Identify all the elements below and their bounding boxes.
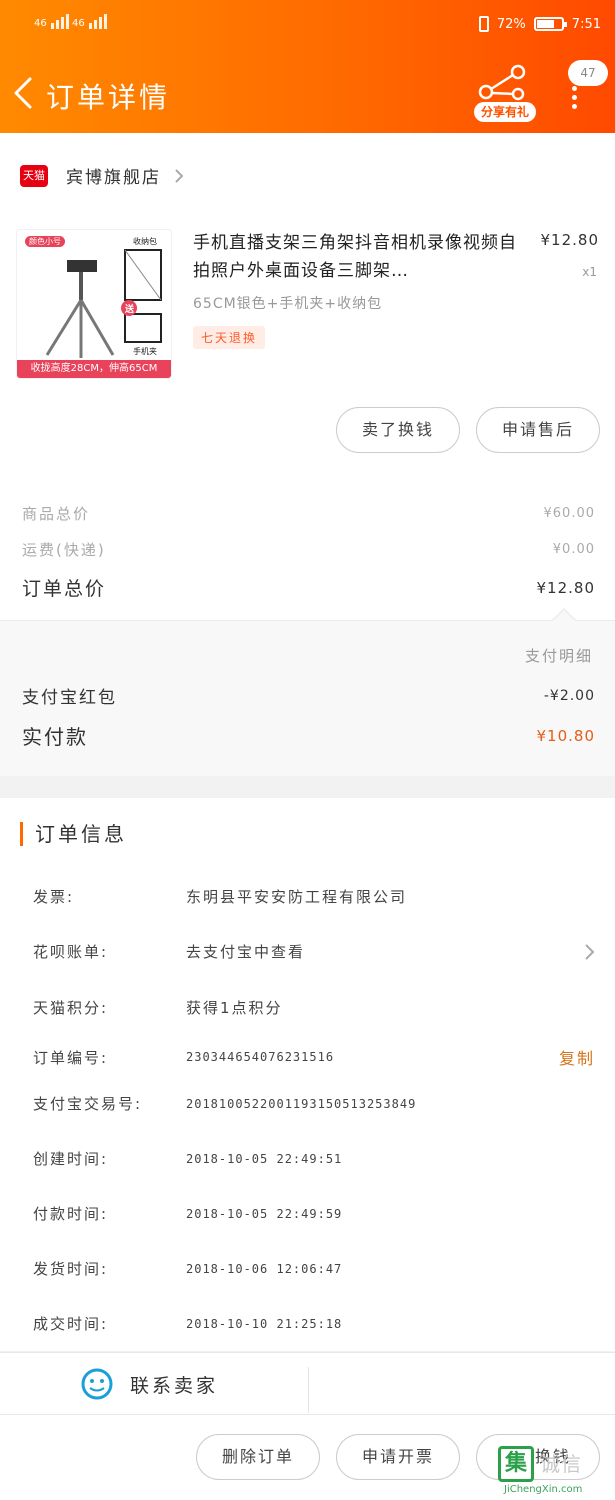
- delete-order-button[interactable]: 删除订单: [196, 1434, 320, 1480]
- top-bar: 46 46 72% 7:51 订单详情 分享有礼 47: [0, 0, 615, 133]
- contact-seller-button[interactable]: 联系卖家: [80, 1367, 218, 1401]
- info-value: 2018-10-10 21:25:18: [186, 1316, 343, 1331]
- product-thumbnail[interactable]: 颜色小号 收纳包 送 手机夹 收拢高度28CM，伸高65CM: [16, 229, 172, 379]
- shipping-value: ¥0.00: [552, 542, 595, 557]
- goods-total-label: 商品总价: [22, 505, 91, 523]
- watermark-mark: 集: [498, 1446, 534, 1482]
- back-arrow-icon[interactable]: [12, 76, 34, 110]
- paid-row: 实付款 ¥10.80: [22, 721, 595, 750]
- return-policy-badge: 七天退换: [193, 326, 266, 349]
- share-icon: [478, 64, 526, 101]
- thumb-tag: 颜色小号: [25, 236, 65, 247]
- info-row-order-number: 订单编号: 230344654076231516 复制: [33, 1045, 595, 1069]
- watermark-text: 诚信: [540, 1452, 582, 1476]
- chevron-right-icon: [175, 168, 184, 183]
- product-quantity: x1: [582, 265, 597, 279]
- more-menu-icon[interactable]: [565, 86, 583, 110]
- thumb-label-gift: 送: [125, 305, 135, 315]
- info-value: 2018-10-05 22:49:51: [186, 1151, 343, 1166]
- request-invoice-button[interactable]: 申请开票: [336, 1434, 460, 1480]
- paybox-pointer-fill: [553, 610, 575, 621]
- order-info-title: 订单信息: [20, 822, 127, 846]
- product-spec: 65CM银色+手机夹+收纳包: [193, 296, 383, 312]
- share-button[interactable]: 分享有礼: [474, 64, 536, 124]
- goods-total-value: ¥60.00: [543, 506, 595, 521]
- info-key: 成交时间:: [33, 1315, 109, 1333]
- info-row-created: 创建时间: 2018-10-05 22:49:51: [33, 1148, 595, 1169]
- info-row-shipped: 发货时间: 2018-10-06 12:06:47: [33, 1258, 595, 1279]
- watermark-logo: 集 诚信 JiChengXin.com: [498, 1446, 613, 1500]
- network-type: 46: [72, 18, 85, 29]
- info-key: 发票:: [33, 888, 75, 906]
- store-row[interactable]: 天猫 宾博旗舰店: [20, 163, 185, 188]
- product-name[interactable]: 手机直播支架三角架抖音相机录像视频自拍照户外桌面设备三脚架…: [193, 229, 533, 285]
- info-key: 订单编号:: [33, 1048, 109, 1067]
- info-row-alipay-number: 支付宝交易号: 2018100522001193150513253849: [33, 1093, 595, 1114]
- tmall-logo-icon: 天猫: [20, 164, 48, 187]
- info-key: 天猫积分:: [33, 999, 109, 1017]
- status-bar: 46 46 72% 7:51: [0, 0, 615, 50]
- info-key: 付款时间:: [33, 1205, 109, 1223]
- chevron-right-icon: [585, 943, 595, 960]
- copy-button[interactable]: 复制: [559, 1045, 595, 1069]
- info-value: 获得1点积分: [186, 999, 283, 1017]
- info-value: 230344654076231516: [186, 1050, 335, 1064]
- paid-value: ¥10.80: [536, 726, 595, 745]
- info-key: 花呗账单:: [33, 943, 109, 961]
- info-row-huabei[interactable]: 花呗账单: 去支付宝中查看: [33, 941, 595, 962]
- product-price: ¥12.80: [540, 231, 599, 249]
- info-row-points: 天猫积分: 获得1点积分: [33, 997, 595, 1018]
- share-label: 分享有礼: [474, 102, 536, 122]
- battery-percent: 72%: [496, 16, 526, 32]
- contact-seller-label: 联系卖家: [130, 1374, 219, 1397]
- shipping-label: 运费(快递): [22, 541, 106, 559]
- info-row-invoice: 发票: 东明县平安安防工程有限公司: [33, 886, 595, 907]
- battery-icon: [533, 17, 567, 31]
- info-value: 2018100522001193150513253849: [186, 1096, 417, 1111]
- store-name: 宾博旗舰店: [66, 168, 161, 188]
- signal-icon: 46: [72, 14, 107, 29]
- vibrate-icon: [478, 16, 489, 32]
- goods-total-row: 商品总价 ¥60.00: [22, 503, 595, 524]
- paid-label: 实付款: [22, 725, 88, 749]
- status-right: 72% 7:51: [478, 16, 601, 32]
- signal-icon: 46: [34, 14, 69, 29]
- info-row-paid: 付款时间: 2018-10-05 22:49:59: [33, 1203, 595, 1224]
- divider: [308, 1367, 309, 1413]
- info-key: 创建时间:: [33, 1150, 109, 1168]
- watermark-url: JiChengXin.com: [504, 1484, 583, 1495]
- redpacket-row: 支付宝红包 -¥2.00: [22, 683, 595, 709]
- info-value: 2018-10-05 22:49:59: [186, 1206, 343, 1221]
- clock: 7:51: [571, 16, 601, 32]
- info-value: 东明县平安安防工程有限公司: [186, 888, 408, 906]
- shipping-row: 运费(快递) ¥0.00: [22, 539, 595, 560]
- order-card: 天猫 宾博旗舰店 颜色小号 收纳包 送 手机夹 收拢高度28CM，伸高65CM …: [0, 133, 615, 620]
- info-value: 去支付宝中查看: [186, 943, 306, 961]
- info-value: 2018-10-06 12:06:47: [186, 1261, 343, 1276]
- payment-detail-link[interactable]: 支付明细: [525, 645, 593, 666]
- order-total-value: ¥12.80: [536, 578, 595, 597]
- message-count-badge[interactable]: 47: [568, 60, 608, 86]
- info-key: 发货时间:: [33, 1260, 109, 1278]
- sell-exchange-button[interactable]: 卖了换钱: [336, 407, 460, 453]
- thumb-label-bag: 收纳包: [133, 237, 157, 246]
- info-key: 支付宝交易号:: [33, 1095, 143, 1113]
- after-sale-button[interactable]: 申请售后: [476, 407, 600, 453]
- thumb-label-clip: 手机夹: [133, 347, 157, 356]
- network-type: 46: [34, 18, 47, 29]
- order-total-row: 订单总价 ¥12.80: [22, 574, 595, 601]
- info-row-completed: 成交时间: 2018-10-10 21:25:18: [33, 1313, 595, 1334]
- thumb-caption: 收拢高度28CM，伸高65CM: [17, 360, 171, 378]
- redpacket-value: -¥2.00: [543, 687, 595, 704]
- page-title: 订单详情: [46, 81, 171, 114]
- order-info-card: 订单信息 发票: 东明县平安安防工程有限公司 花呗账单: 去支付宝中查看 天猫积…: [0, 798, 615, 1351]
- chat-face-icon: [81, 1368, 113, 1400]
- contact-bar: 联系卖家: [0, 1352, 615, 1414]
- payment-detail-box: 支付明细 支付宝红包 -¥2.00 实付款 ¥10.80: [0, 620, 615, 776]
- redpacket-label: 支付宝红包: [22, 688, 117, 708]
- order-total-label: 订单总价: [22, 578, 107, 600]
